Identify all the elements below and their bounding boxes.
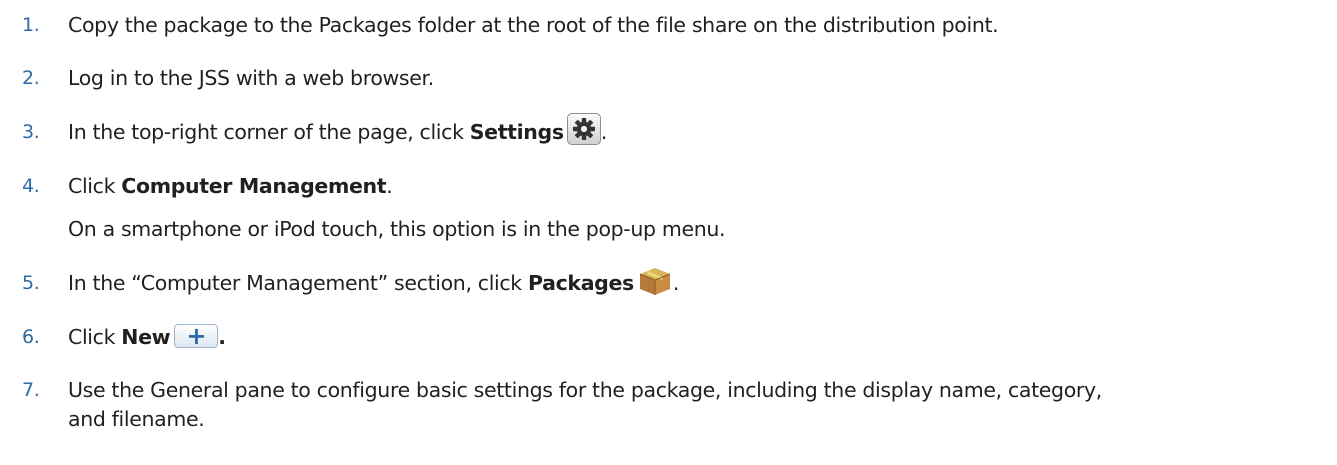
plus-symbol: + bbox=[186, 322, 207, 350]
packages-label: Packages bbox=[528, 271, 634, 295]
step-3-suffix: . bbox=[600, 120, 608, 144]
step-6-number: 6. bbox=[22, 326, 40, 348]
step-5-suffix: . bbox=[672, 271, 680, 295]
step-4-suffix: . bbox=[386, 174, 393, 198]
step-6-suffix: . bbox=[218, 325, 226, 349]
step-1-text: Copy the package to the Packages folder … bbox=[68, 13, 999, 37]
step-2-text: Log in to the JSS with a web browser. bbox=[68, 66, 434, 90]
package-box-icon bbox=[637, 265, 673, 297]
step-7-text: Use the General pane to configure basic … bbox=[68, 378, 1102, 402]
step-3-text: In the top-right corner of the page, cli… bbox=[68, 113, 608, 149]
step-2-number: 2. bbox=[22, 67, 40, 89]
step-3-prefix: In the top-right corner of the page, cli… bbox=[68, 120, 470, 144]
step-7-number: 7. bbox=[22, 379, 40, 401]
computer-management-label: Computer Management bbox=[121, 174, 387, 198]
step-5-number: 5. bbox=[22, 272, 40, 294]
step-4-note-text: On a smartphone or iPod touch, this opti… bbox=[68, 217, 726, 241]
settings-label: Settings bbox=[469, 120, 564, 144]
step-5-text: In the “Computer Management” section, cl… bbox=[68, 268, 679, 300]
gear-icon bbox=[566, 113, 601, 145]
step-6-text: Click New +. bbox=[68, 322, 226, 352]
step-1-number: 1. bbox=[22, 14, 40, 36]
step-4-text: Click Computer Management. bbox=[68, 171, 393, 201]
numbered-procedure: 1. Copy the package to the Packages fold… bbox=[0, 0, 1337, 465]
new-label: New bbox=[121, 325, 171, 349]
step-7-continuation-text: and filename. bbox=[68, 407, 205, 431]
plus-icon: + bbox=[174, 322, 219, 350]
step-4-prefix: Click bbox=[68, 174, 122, 198]
step-3-number: 3. bbox=[22, 121, 40, 143]
step-4-number: 4. bbox=[22, 175, 40, 197]
step-5-prefix: In the “Computer Management” section, cl… bbox=[68, 271, 528, 295]
step-6-prefix: Click bbox=[68, 325, 122, 349]
